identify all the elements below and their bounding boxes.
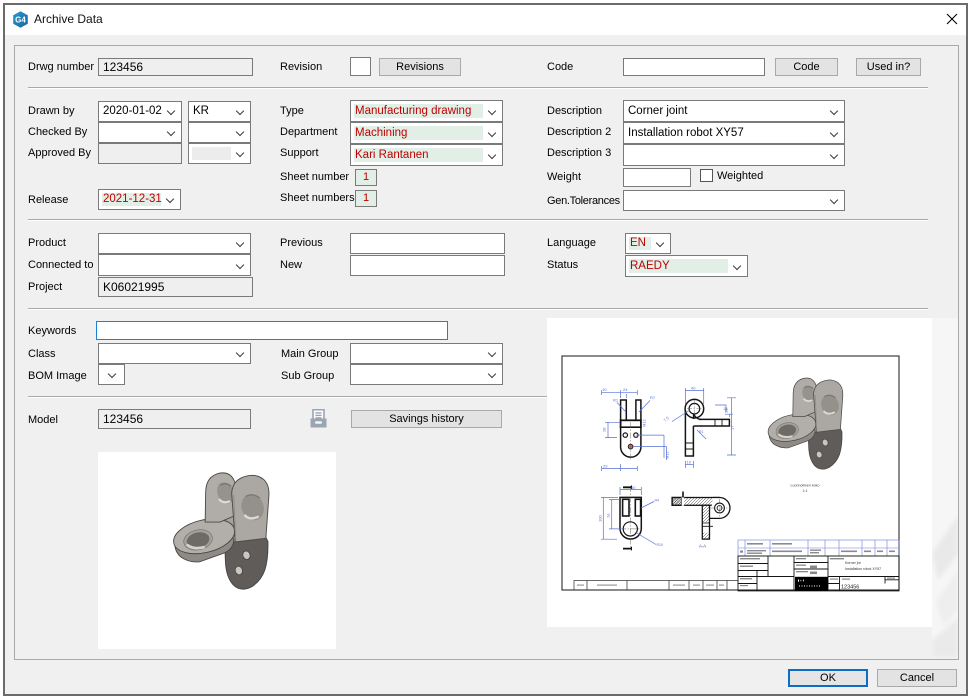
- svg-text:29: 29: [603, 464, 608, 469]
- svg-text:10: 10: [687, 460, 692, 465]
- svg-text:R1: R1: [699, 430, 704, 434]
- svg-text:17: 17: [730, 425, 735, 430]
- svg-text:R1: R1: [613, 398, 619, 403]
- svg-text:A-A: A-A: [699, 544, 706, 549]
- svg-text:M12: M12: [665, 450, 670, 459]
- svg-text:75: 75: [606, 513, 611, 518]
- svg-text:25: 25: [724, 407, 728, 411]
- svg-text:G4: G4: [15, 16, 26, 25]
- svg-text:R10: R10: [657, 543, 663, 547]
- svg-text:Installation robot XY57: Installation robot XY57: [845, 567, 881, 571]
- svg-text:40: 40: [631, 485, 636, 490]
- svg-text:M12: M12: [642, 418, 647, 427]
- svg-text:Luonnollinen koko: Luonnollinen koko: [791, 484, 820, 488]
- svg-text:R7: R7: [650, 395, 656, 400]
- svg-text:100: 100: [598, 515, 603, 522]
- svg-text:28: 28: [602, 427, 607, 432]
- svg-text:7.5: 7.5: [662, 415, 670, 423]
- svg-text:10: 10: [602, 387, 607, 392]
- svg-text:R4: R4: [655, 499, 660, 503]
- svg-text:1:1: 1:1: [803, 489, 808, 493]
- svg-text:123456: 123456: [841, 584, 859, 590]
- svg-text:Korner jnt: Korner jnt: [845, 561, 861, 565]
- svg-text:40: 40: [691, 386, 696, 391]
- svg-text:24: 24: [623, 387, 628, 392]
